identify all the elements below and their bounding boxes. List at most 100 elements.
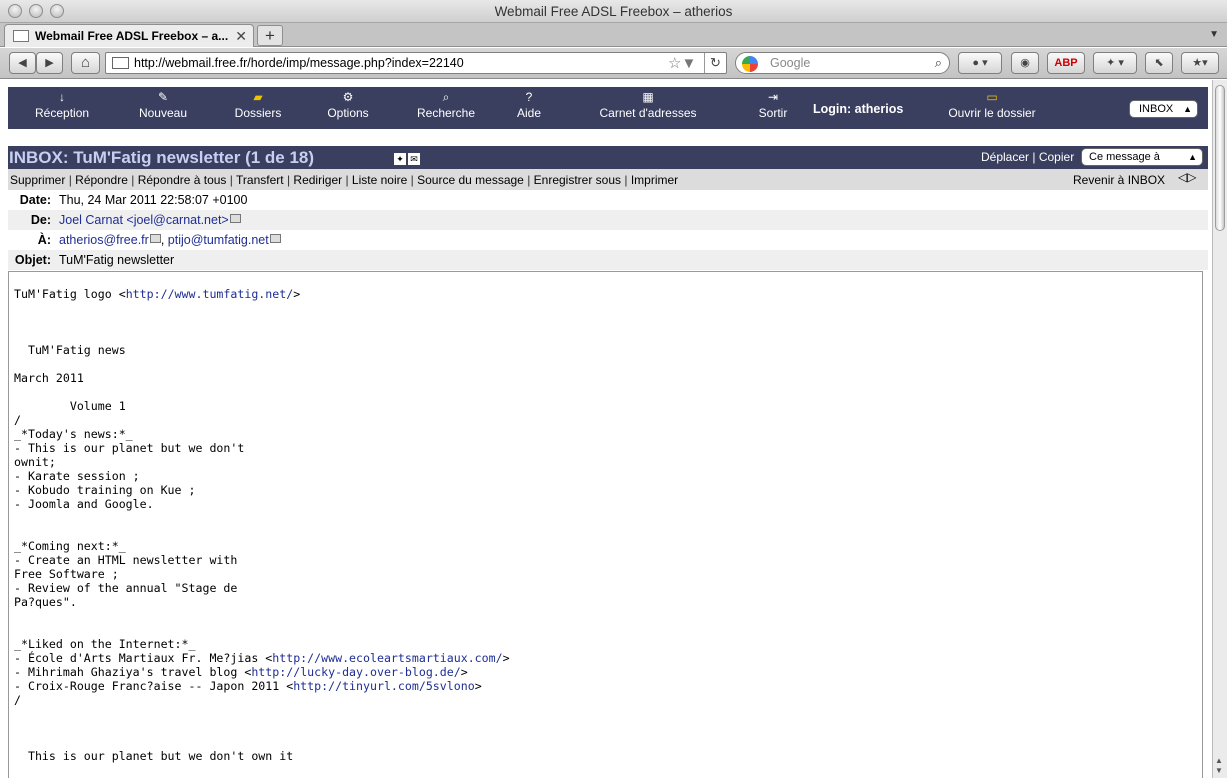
header-row-subject: Objet: TuM'Fatig newsletter: [8, 250, 1208, 270]
body-text: TuM'Fatig logo <: [14, 287, 126, 301]
to-label: À:: [37, 233, 51, 247]
nav-carnet-label: Carnet d'adresses: [599, 106, 697, 120]
message-title-bar: INBOX: TuM'Fatig newsletter (1 de 18) ✦ ✉…: [8, 146, 1208, 169]
header-row-from: De: Joel Carnat <joel@carnat.net>: [8, 210, 1208, 230]
bookmarks-menu-icon[interactable]: ★▾: [1181, 52, 1219, 74]
header-row-to: À: atherios@free.fr, ptijo@tumfatig.net: [8, 230, 1208, 250]
to-link-2[interactable]: ptijo@tumfatig.net: [168, 233, 269, 247]
prev-next-arrows-icon[interactable]: ◁▷: [1178, 170, 1196, 184]
body-link[interactable]: http://www.ecoleartsmartiaux.com/: [272, 651, 502, 665]
envelope-icon[interactable]: ✉: [408, 153, 420, 165]
nav-reception[interactable]: ↓ Réception: [35, 91, 89, 121]
subject-value: TuM'Fatig newsletter: [59, 253, 175, 267]
google-icon[interactable]: [742, 56, 758, 72]
search-icon[interactable]: ⌕: [935, 55, 942, 71]
forward-button[interactable]: ▶: [36, 52, 63, 74]
subject-label: Objet:: [14, 253, 51, 267]
action-blacklist[interactable]: Liste noire: [352, 173, 407, 187]
bookmark-star-icon[interactable]: ☆▼: [668, 54, 696, 72]
from-link[interactable]: Joel Carnat <joel@carnat.net>: [59, 213, 229, 227]
back-to-inbox-link[interactable]: Revenir à INBOX: [1073, 173, 1165, 187]
tab-list-chevron-icon[interactable]: ▼: [1209, 29, 1219, 40]
new-tab-button[interactable]: +: [257, 25, 283, 46]
body-text: - École d'Arts Martiaux Fr. Me?jias <: [14, 651, 273, 665]
page-scrollbar[interactable]: ▲ ▼: [1212, 80, 1227, 778]
window-titlebar: Webmail Free ADSL Freebox – atherios: [0, 0, 1227, 23]
nav-open-folder[interactable]: ▭ Ouvrir le dossier: [944, 90, 1040, 121]
header-row-date: Date: Thu, 24 Mar 2011 22:58:07 +0100: [8, 190, 1208, 210]
home-button[interactable]: ⌂: [71, 52, 100, 74]
body-text: >: [502, 651, 510, 665]
addon-button-1[interactable]: ● ▾: [958, 52, 1002, 74]
body-link[interactable]: http://tinyurl.com/5svlono: [293, 679, 474, 693]
addon-button-3[interactable]: ✦ ▾: [1093, 52, 1137, 74]
nav-options-label: Options: [327, 106, 369, 120]
nav-dossiers[interactable]: ▰ Dossiers: [233, 90, 283, 121]
nav-recherche[interactable]: ⌕ Recherche: [416, 91, 476, 121]
message-action-bar: Supprimer | Répondre | Répondre à tous |…: [8, 169, 1208, 190]
scrollbar-thumb[interactable]: [1215, 85, 1225, 231]
tab-title: Webmail Free ADSL Freebox – a...: [35, 29, 229, 43]
move-copy-actions: Déplacer | Copier: [981, 150, 1074, 164]
cursor-icon[interactable]: ⬉: [1145, 52, 1173, 74]
target-folder-select[interactable]: Ce message à ▲: [1081, 148, 1203, 166]
window-title: Webmail Free ADSL Freebox – atherios: [494, 4, 733, 19]
search-input[interactable]: Google ⌕: [735, 52, 950, 74]
url-bar[interactable]: http://webmail.free.fr/horde/imp/message…: [105, 52, 727, 74]
folders-icon: ▰: [253, 90, 263, 104]
body-text: / This is our planet but we don't own it: [14, 693, 294, 763]
copy-link[interactable]: Copier: [1039, 150, 1074, 164]
nav-nouveau[interactable]: ✎ Nouveau: [137, 90, 189, 121]
date-value: Thu, 24 Mar 2011 22:58:07 +0100: [59, 193, 248, 207]
add-contact-icon[interactable]: [149, 234, 161, 243]
nav-nouveau-label: Nouveau: [138, 106, 188, 120]
select-arrows-icon: ▲: [1183, 104, 1192, 114]
target-folder-value: Ce message à: [1089, 151, 1160, 163]
address-book-icon: ▦: [642, 90, 654, 104]
scroll-arrows-icon[interactable]: ▲ ▼: [1215, 756, 1223, 776]
action-view-source[interactable]: Source du message: [417, 173, 524, 187]
from-label: De:: [30, 213, 51, 227]
body-text: >: [293, 287, 301, 301]
separator: |: [1032, 150, 1036, 164]
action-redirect[interactable]: Rediriger: [293, 173, 342, 187]
to-link-1[interactable]: atherios@free.fr: [59, 233, 149, 247]
message-actions: Supprimer | Répondre | Répondre à tous |…: [10, 173, 679, 187]
header-icons: ✦ ✉: [394, 151, 422, 165]
compose-icon: ✎: [157, 90, 169, 104]
status-icon[interactable]: ✦: [394, 153, 406, 165]
adblock-icon[interactable]: ABP: [1047, 52, 1085, 74]
nav-aide[interactable]: ? Aide: [514, 90, 544, 121]
to-value: atherios@free.fr, ptijo@tumfatig.net: [59, 233, 281, 247]
action-reply[interactable]: Répondre: [75, 173, 128, 187]
url-text[interactable]: http://webmail.free.fr/horde/imp/message…: [134, 56, 464, 70]
nav-options[interactable]: ⚙ Options: [324, 91, 372, 121]
move-link[interactable]: Déplacer: [981, 150, 1029, 164]
logout-icon: ⇥: [767, 90, 779, 104]
tab-webmail[interactable]: Webmail Free ADSL Freebox – a... ✕: [4, 24, 254, 47]
action-reply-all[interactable]: Répondre à tous: [138, 173, 227, 187]
help-icon: ?: [525, 90, 533, 104]
mailbox-select[interactable]: INBOX ▲: [1129, 100, 1198, 118]
body-link[interactable]: http://www.tumfatig.net/: [126, 287, 294, 301]
close-tab-icon[interactable]: ✕: [235, 28, 247, 45]
action-print[interactable]: Imprimer: [631, 173, 678, 187]
back-button[interactable]: ◀: [9, 52, 36, 74]
nav-open-folder-label: Ouvrir le dossier: [948, 106, 1036, 120]
nav-sortir-label: Sortir: [758, 106, 788, 120]
site-mail-icon: [112, 57, 129, 69]
nav-carnet[interactable]: ▦ Carnet d'adresses: [596, 90, 700, 121]
reload-button[interactable]: ↻: [704, 53, 726, 73]
action-delete[interactable]: Supprimer: [10, 173, 65, 187]
addon-button-2[interactable]: ◉: [1011, 52, 1039, 74]
nav-sortir[interactable]: ⇥ Sortir: [754, 90, 792, 121]
message-text: TuM'Fatig logo <http://www.tumfatig.net/…: [14, 287, 510, 763]
action-forward[interactable]: Transfert: [236, 173, 284, 187]
action-save-as[interactable]: Enregistrer sous: [534, 173, 621, 187]
date-label: Date:: [19, 193, 51, 207]
select-arrows-icon: ▲: [1188, 152, 1197, 162]
add-contact-icon[interactable]: [269, 234, 281, 243]
add-contact-icon[interactable]: [229, 214, 241, 223]
body-link[interactable]: http://lucky-day.over-blog.de/: [251, 665, 460, 679]
open-folder-icon: ▭: [986, 90, 998, 104]
